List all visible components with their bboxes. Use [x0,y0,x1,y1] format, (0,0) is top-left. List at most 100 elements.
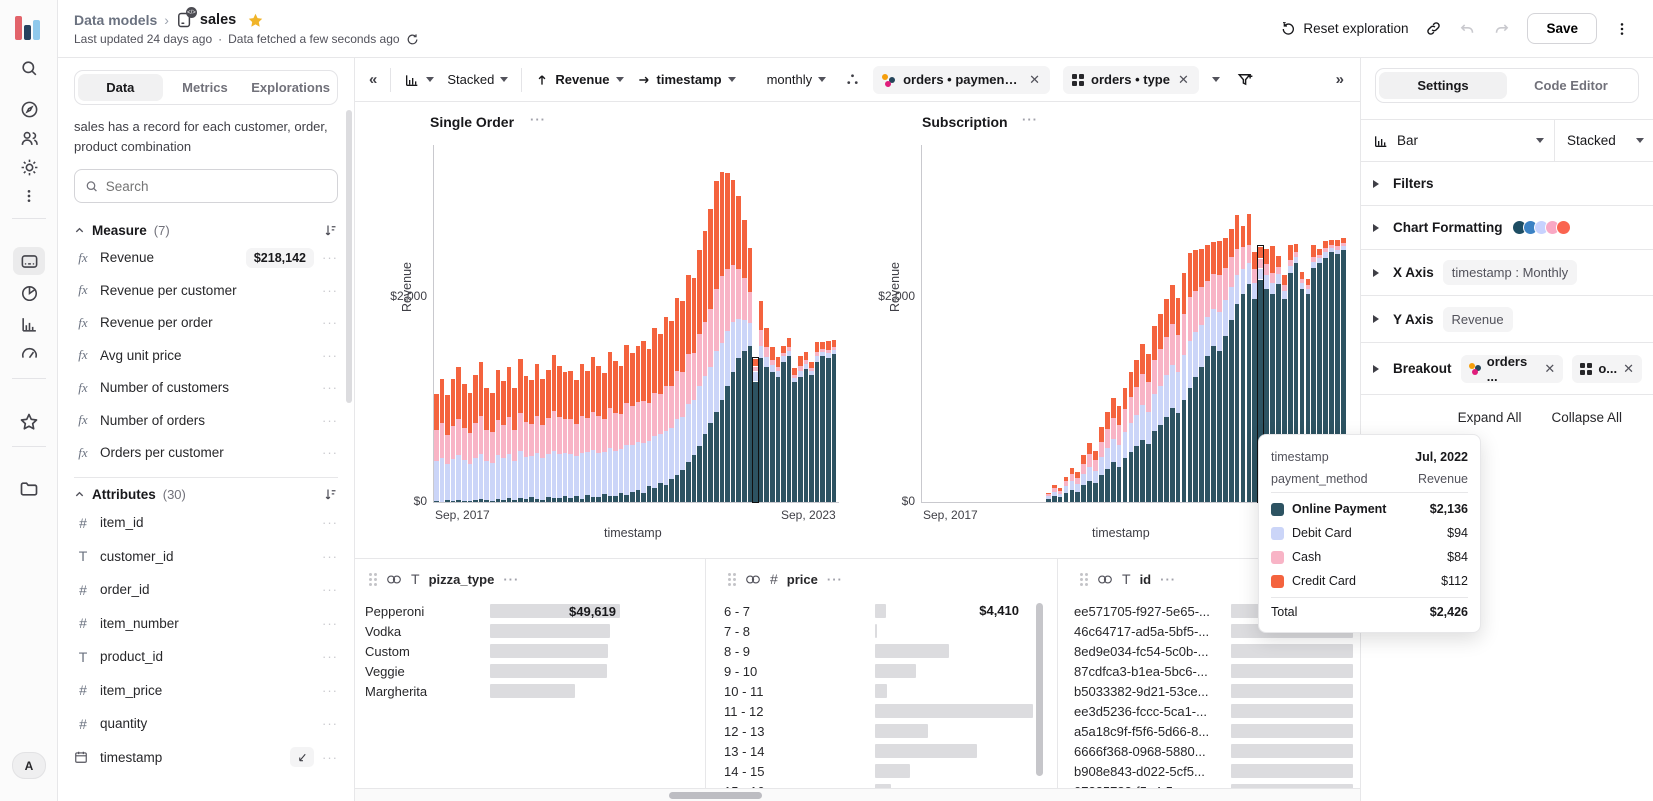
refresh-icon[interactable] [406,33,419,46]
stacked-bar[interactable] [1176,298,1181,502]
stacked-bar[interactable] [720,172,725,502]
stacked-bar[interactable] [708,209,713,502]
stacked-bar[interactable] [518,359,523,503]
summary-more-icon[interactable]: ··· [827,572,843,587]
measure-item-orders-per-customer[interactable]: fxOrders per customer··· [74,436,338,469]
stacked-bar[interactable] [725,173,730,502]
stacked-bar[interactable] [445,395,450,502]
stacked-bar[interactable] [1235,215,1240,502]
stacked-bar[interactable] [1052,485,1057,502]
stacked-bar[interactable] [692,278,697,502]
measure-item-revenue[interactable]: fxRevenue$218,142··· [74,241,338,274]
stacked-bar[interactable] [1081,455,1086,502]
stacked-bar[interactable] [613,361,618,502]
chart-type-dropdown[interactable] [404,72,434,88]
stacked-bar[interactable] [781,346,786,502]
summary-row[interactable]: Vodka [365,621,401,641]
stacked-bar[interactable] [456,367,461,502]
more-breakouts-chevron[interactable] [1212,77,1220,86]
bar-chart-nav-icon[interactable] [17,312,41,336]
stacked-bar[interactable] [624,345,629,502]
summary-row[interactable]: Margherita [365,681,427,701]
stacked-bar[interactable] [759,301,764,502]
row-more-icon[interactable]: ··· [322,582,338,597]
stacked-bar[interactable] [451,379,456,502]
stacked-bar[interactable] [484,388,489,502]
row-more-icon[interactable]: ··· [322,616,338,631]
stacked-bar[interactable] [664,317,669,502]
stacked-bar[interactable] [1241,226,1246,502]
stacked-bar[interactable] [1146,354,1151,502]
summary-row[interactable]: ee3d5236-fccc-5ca1-... [1074,701,1207,721]
gauge-icon[interactable] [17,342,41,366]
stacked-bar[interactable] [1188,253,1193,502]
stacked-bar[interactable] [1152,326,1157,502]
summary-row[interactable]: 15 - 16 [724,781,764,788]
stacked-bar[interactable] [1252,252,1257,502]
close-icon[interactable]: ✕ [1544,361,1555,377]
stacked-bar[interactable] [462,384,467,502]
highlighted-bar[interactable] [753,358,758,502]
stacked-bar[interactable] [1164,299,1169,502]
stacked-bar[interactable] [496,370,501,502]
x-axis-section[interactable]: X Axis timestamp : Monthly [1361,250,1653,296]
filter-add-icon[interactable] [1237,71,1255,89]
attribute-item-quantity[interactable]: #quantity··· [74,707,338,741]
stacked-bar[interactable] [1075,472,1080,502]
drag-handle-icon[interactable] [369,573,377,586]
attributes-section-header[interactable]: Attributes (30) [74,484,338,506]
stacked-bar[interactable] [764,328,769,502]
stacked-bar[interactable] [748,248,753,502]
stacked-bar[interactable] [804,352,809,502]
row-more-icon[interactable]: ··· [322,716,338,731]
chart-more-icon[interactable]: ··· [1022,112,1038,127]
model-nav-icon-active[interactable] [13,247,45,275]
attribute-item-timestamp[interactable]: timestamp··· [74,740,338,774]
breakout-chip-orders[interactable]: orders ... ✕ [1461,355,1564,383]
row-more-icon[interactable]: ··· [322,283,338,298]
summary-row[interactable]: 8ed9e034-fc54-5c0b-... [1074,641,1208,661]
stacked-bar[interactable] [1058,488,1063,502]
breakout-chip-type[interactable]: orders • type ✕ [1063,66,1199,94]
collapse-left-chevrons[interactable]: « [369,71,377,88]
stacked-bar[interactable] [714,181,719,502]
summary-row[interactable]: a5a18c9f-f5f6-5d66-8... [1074,721,1209,741]
chart-formatting-section[interactable]: Chart Formatting [1361,206,1653,250]
stacked-bar[interactable] [535,364,540,502]
tab-code-editor[interactable]: Code Editor [1507,72,1635,99]
row-more-icon[interactable]: ··· [322,348,338,363]
stacked-bar[interactable] [630,353,635,502]
stacked-bar[interactable] [507,367,512,502]
breakout-section[interactable]: Breakout orders ... ✕ o... ✕ [1361,343,1653,395]
stacked-bar[interactable] [658,334,663,502]
favorite-star-icon[interactable] [247,12,264,29]
sidebar-scrollbar[interactable] [346,110,352,403]
stacked-bar[interactable] [1064,477,1069,502]
folder-icon[interactable] [17,477,41,501]
plot-area-1[interactable] [433,145,839,503]
summary-row[interactable]: 8 - 9 [724,641,750,661]
stacked-bar[interactable] [585,371,590,502]
share-link-icon[interactable] [1425,20,1442,37]
tab-explorations[interactable]: Explorations [247,74,334,101]
breadcrumb-data-models[interactable]: Data models [74,12,157,28]
x-field-dropdown[interactable]: timestamp [637,72,736,87]
more-vertical-icon[interactable] [17,184,41,208]
stacked-bar[interactable] [596,366,601,502]
stack-mode-dropdown[interactable]: Stacked [447,72,508,87]
filters-section[interactable]: Filters [1361,162,1653,206]
stacked-bar[interactable] [776,357,781,502]
summary-row[interactable]: 07335783-f5a4-5ec... [1074,781,1198,788]
row-more-icon[interactable]: ··· [322,380,338,395]
attribute-item-item_id[interactable]: #item_id··· [74,506,338,540]
stacked-bar[interactable] [787,338,792,502]
stacked-bar[interactable] [1205,245,1210,502]
y-field-dropdown[interactable]: Revenue [535,72,623,87]
y-axis-value-badge[interactable]: Revenue [1443,307,1513,332]
attribute-item-product_id[interactable]: Tproduct_id··· [74,640,338,674]
sort-icon[interactable] [323,487,338,502]
summary-more-icon[interactable]: ··· [503,572,519,587]
breakout-chip-o[interactable]: o... ✕ [1572,355,1642,383]
stacked-bar[interactable] [1211,242,1216,502]
stacked-bar[interactable] [703,231,708,502]
